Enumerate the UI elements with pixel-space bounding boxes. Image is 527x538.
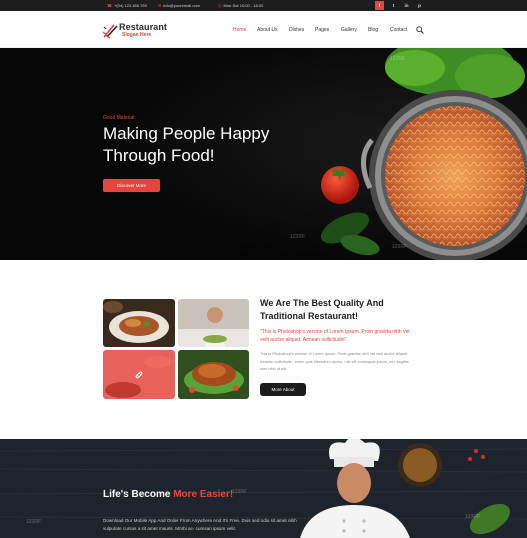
hero-section: 123RF 123RF 123RF Good Material Making P… bbox=[0, 48, 527, 260]
link-icon[interactable] bbox=[134, 370, 144, 380]
phone-icon: ☎ bbox=[107, 3, 112, 8]
nav-about-us[interactable]: About Us bbox=[257, 27, 278, 33]
nav-gallery[interactable]: Gallery bbox=[341, 27, 357, 33]
watermark-text: 123RF bbox=[465, 514, 481, 520]
chef-photo[interactable] bbox=[178, 299, 249, 347]
app-title-accent: More Easier! bbox=[173, 489, 234, 500]
about-section: We Are The Best Quality And Traditional … bbox=[0, 260, 527, 439]
hero-kicker: Good Material bbox=[103, 115, 135, 121]
clock-icon: ◷ bbox=[218, 3, 222, 8]
hero-title: Making People Happy Through Food! bbox=[103, 124, 270, 165]
more-about-button[interactable]: More About bbox=[260, 383, 306, 396]
hours-text: Mon-Sat 10:00 - 18:00 bbox=[223, 3, 264, 8]
watermark-text: 123RF bbox=[392, 244, 408, 250]
phone-info[interactable]: ☎ +(04) 123 456 789 bbox=[107, 2, 147, 9]
nav-contact[interactable]: Contact bbox=[390, 27, 407, 33]
search-icon[interactable] bbox=[416, 26, 424, 34]
site-header: Restaurant Slogan Here Home About Us Dis… bbox=[0, 11, 527, 48]
nav-pages[interactable]: Pages bbox=[315, 27, 329, 33]
nav-blog[interactable]: Blog bbox=[368, 27, 378, 33]
nav-dishes[interactable]: Dishes bbox=[289, 27, 304, 33]
nav-home[interactable]: Home bbox=[233, 27, 246, 33]
watermark-text: 123RF bbox=[26, 519, 42, 525]
linkedin-icon[interactable]: in bbox=[402, 1, 411, 10]
mail-icon: ✉ bbox=[158, 3, 162, 8]
roast-photo[interactable] bbox=[178, 350, 249, 399]
top-bar: ☎ +(04) 123 456 789 ✉ info@youremail.com ◷… bbox=[0, 0, 527, 11]
twitter-icon[interactable]: t bbox=[389, 1, 398, 10]
watermark-text: 123RF bbox=[290, 234, 306, 240]
watermark-text: 123RF bbox=[390, 56, 406, 62]
hours-info: ◷ Mon-Sat 10:00 - 18:00 bbox=[218, 2, 263, 9]
about-body: This is Photoshop's version of Lorem Ips… bbox=[260, 351, 409, 371]
email-text: info@youremail.com bbox=[163, 3, 200, 8]
app-title: Life's Become More Easier! bbox=[103, 489, 233, 500]
dish-photo[interactable] bbox=[103, 299, 175, 347]
app-body: Download Our Mobile App And Order From A… bbox=[103, 518, 297, 531]
facebook-icon[interactable]: f bbox=[375, 1, 384, 10]
app-section: 123RF 123RF 123RF Life's Become More Eas… bbox=[0, 439, 527, 538]
watermark-text: 123RF bbox=[232, 489, 248, 495]
app-title-plain: Life's Become bbox=[103, 489, 174, 500]
pinterest-icon[interactable]: p bbox=[415, 1, 424, 10]
about-highlight: "This is Photoshop's version of Lorem Ip… bbox=[260, 329, 410, 343]
phone-text: +(04) 123 456 789 bbox=[113, 3, 147, 8]
about-title: We Are The Best Quality And Traditional … bbox=[260, 298, 384, 321]
brand-name[interactable]: Restaurant bbox=[119, 22, 167, 32]
logo-icon[interactable] bbox=[102, 23, 118, 39]
email-info[interactable]: ✉ info@youremail.com bbox=[158, 2, 200, 9]
discover-more-button[interactable]: Discover More bbox=[103, 179, 160, 192]
brand-slogan: Slogan Here bbox=[122, 32, 152, 38]
